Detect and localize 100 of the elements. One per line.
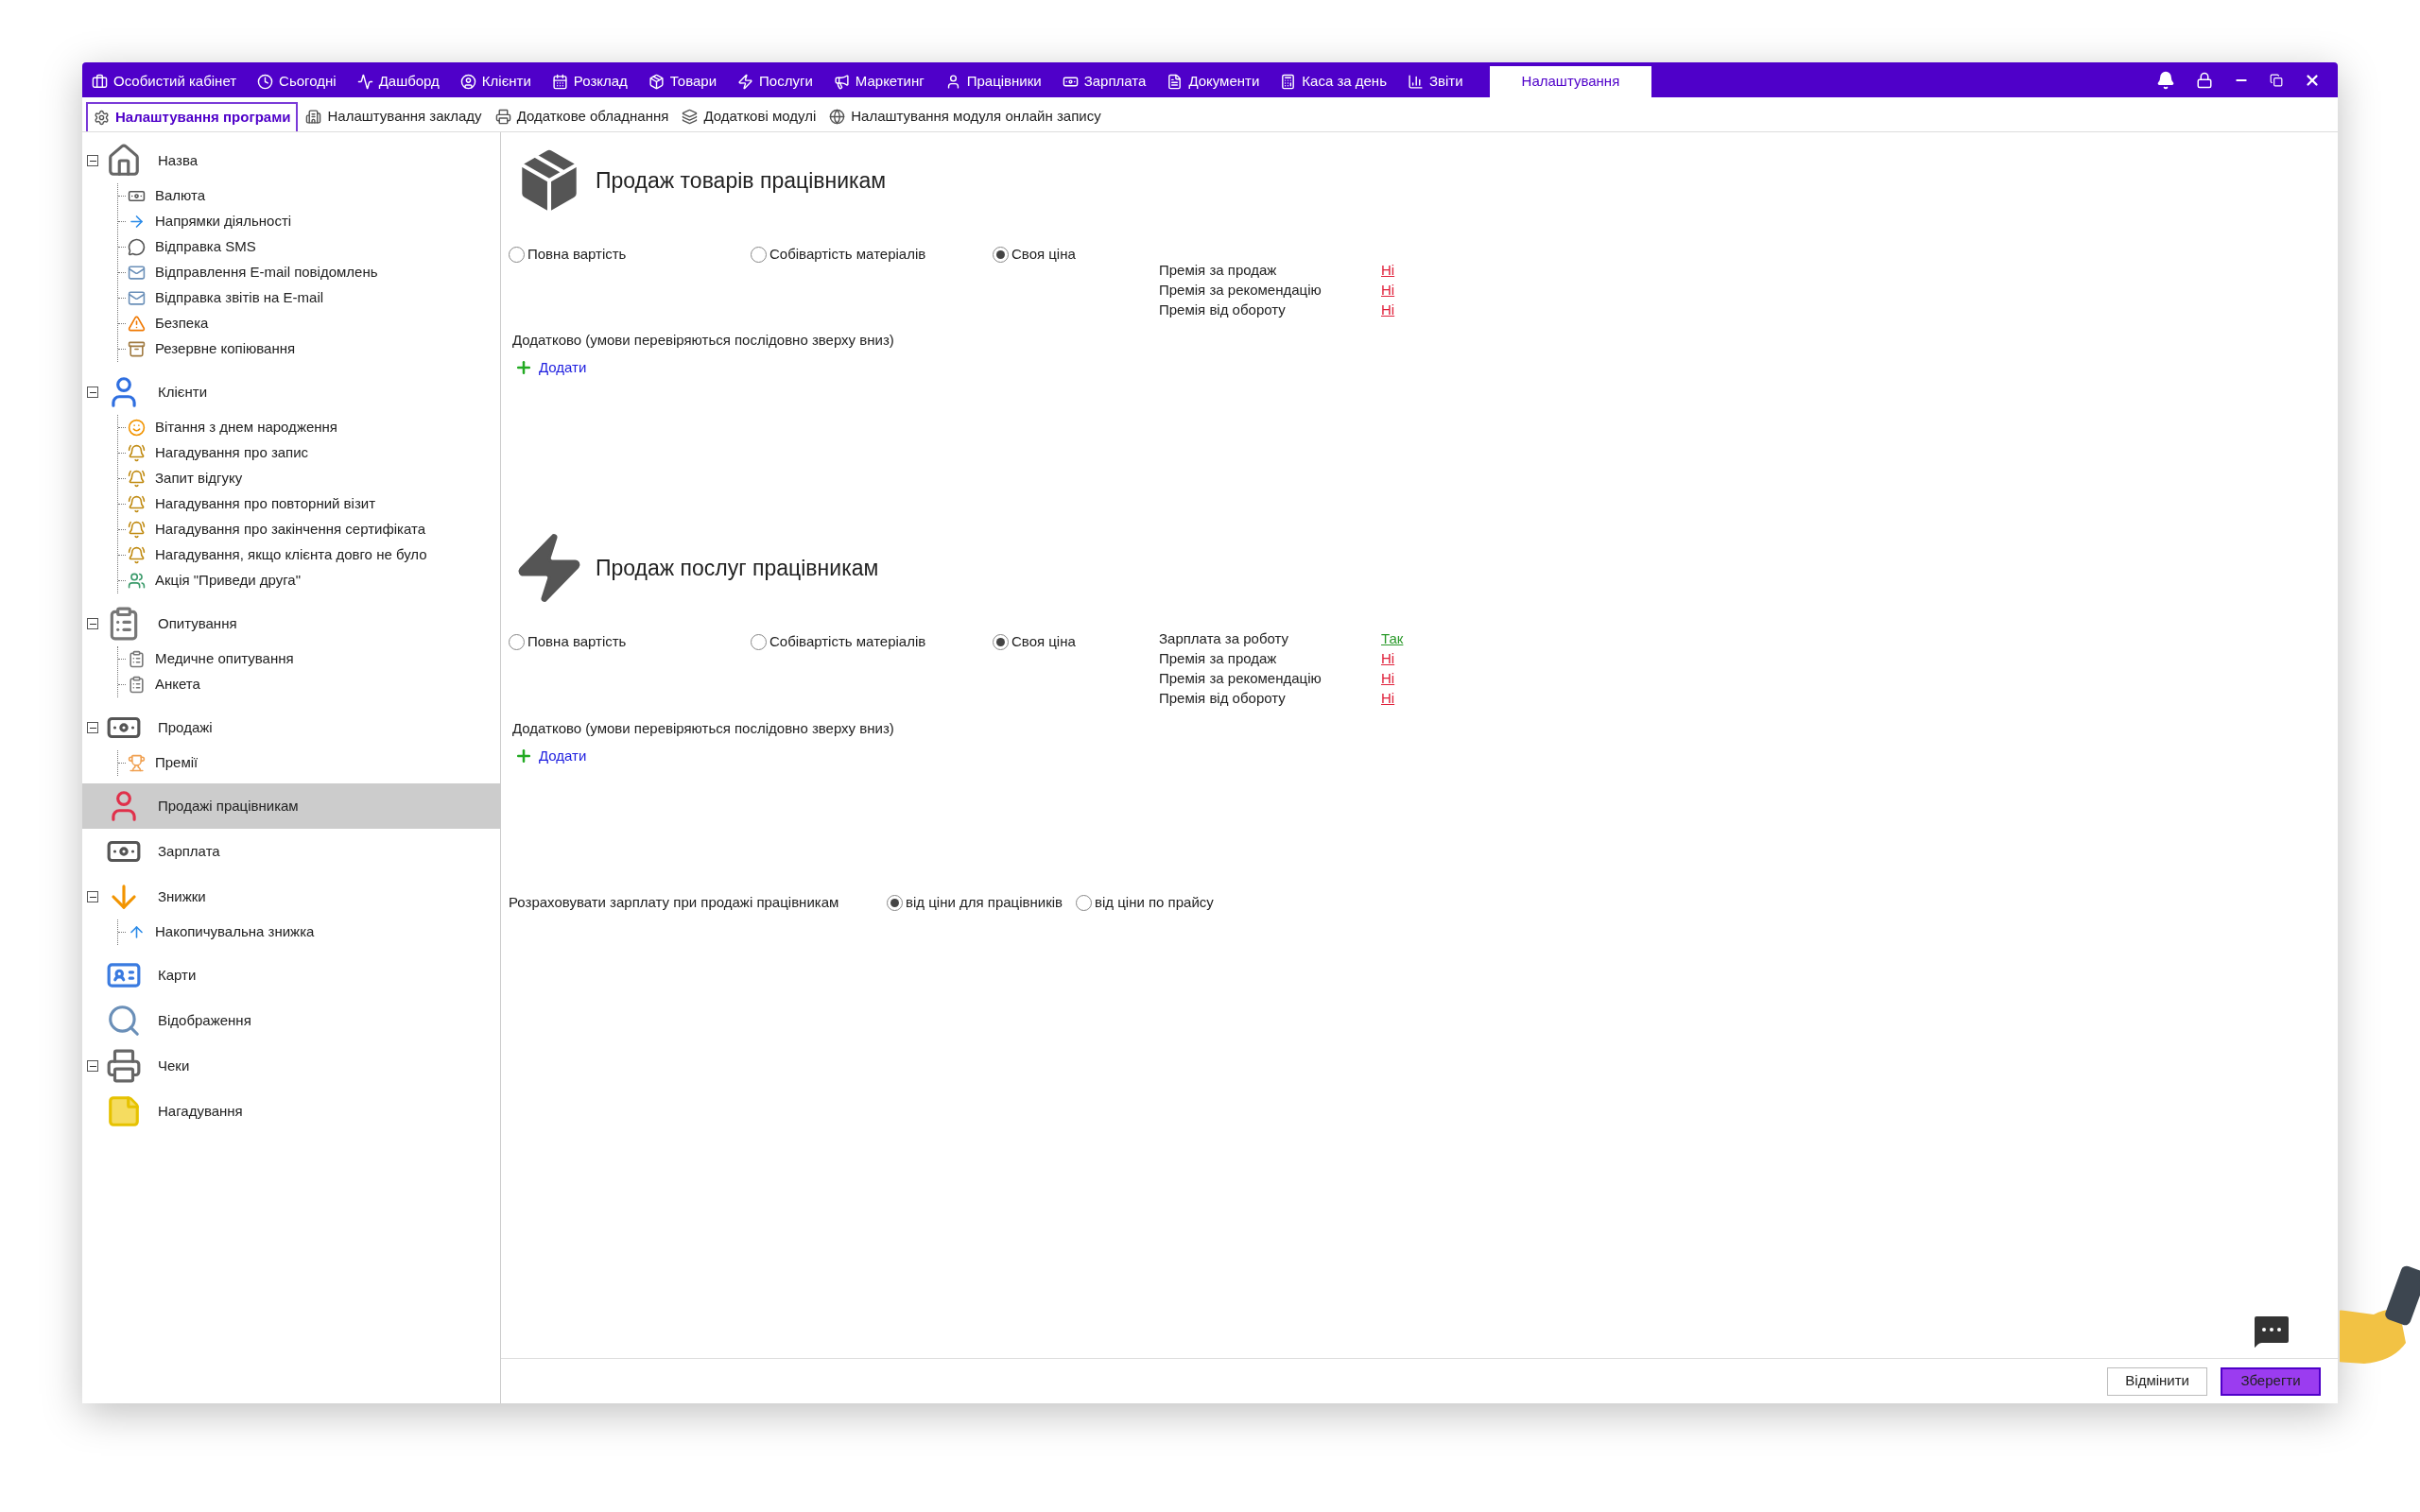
nav-tab[interactable]: Клієнти: [459, 66, 531, 97]
salary-calc-label: Розраховувати зарплату при продажі працівникам: [509, 893, 840, 912]
settings-tab[interactable]: Налаштування модуля онлайн запису: [823, 102, 1107, 131]
tree-item[interactable]: Зарплата: [82, 829, 500, 874]
tree-item[interactable]: Відправка звітів на E-mail: [118, 285, 500, 311]
notifications-icon[interactable]: [2156, 70, 2175, 90]
expander-icon[interactable]: [87, 618, 98, 629]
trophy-icon: [128, 754, 146, 772]
setting-label: Премія за рекомендацію: [1159, 281, 1322, 301]
radio-button[interactable]: [993, 633, 1009, 650]
tree-item[interactable]: Премії: [118, 750, 500, 776]
tree-item[interactable]: Нагадування, якщо клієнта довго не було: [118, 542, 500, 568]
setting-value-link[interactable]: Ні: [1381, 648, 1395, 670]
tree-item[interactable]: Опитування: [82, 601, 500, 646]
radio-label: від ціни по прайсу: [1095, 893, 1214, 912]
tree-item[interactable]: Продажі: [82, 705, 500, 750]
radio-button[interactable]: [509, 246, 525, 263]
settings-tab[interactable]: Додаткове обладнання: [489, 102, 675, 131]
tree-item[interactable]: Медичне опитування: [118, 646, 500, 672]
radio-label: Своя ціна: [1011, 245, 1076, 264]
expander-icon[interactable]: [87, 891, 98, 902]
tree-item[interactable]: Відправлення E-mail повідомлень: [118, 260, 500, 285]
tree-item[interactable]: Відправка SMS: [118, 234, 500, 260]
tree-item[interactable]: Чеки: [82, 1043, 500, 1089]
tree-item[interactable]: Нагадування: [82, 1089, 500, 1134]
nav-tab[interactable]: Дашборд: [356, 66, 440, 97]
nav-tab[interactable]: Маркетинг: [833, 66, 925, 97]
tree-item[interactable]: Накопичувальна знижка: [118, 919, 500, 945]
radio-label: Собівартість матеріалів: [769, 245, 926, 264]
clipboard-icon: [128, 676, 146, 694]
setting-label: Премія за рекомендацію: [1159, 669, 1322, 689]
nav-tab[interactable]: Каса за день: [1280, 66, 1387, 97]
tree-item[interactable]: Вітання з днем народження: [118, 415, 500, 440]
nav-tab[interactable]: Сьогодні: [257, 66, 337, 97]
briefcase-icon: [92, 74, 108, 90]
megaphone-icon: [833, 74, 850, 90]
tree-item[interactable]: Валюта: [118, 183, 500, 209]
setting-value-link[interactable]: Так: [1381, 628, 1404, 650]
printer-icon: [494, 109, 511, 125]
tree-item[interactable]: Продажі працівникам: [82, 783, 500, 829]
expander-icon[interactable]: [87, 387, 98, 398]
add-link[interactable]: Додати: [539, 745, 587, 766]
tree-item[interactable]: Нагадування про запис: [118, 440, 500, 466]
expander-icon[interactable]: [87, 722, 98, 733]
setting-value-link[interactable]: Ні: [1381, 300, 1395, 321]
setting-value-link[interactable]: Ні: [1381, 260, 1395, 282]
radio-button[interactable]: [887, 894, 903, 911]
tree-item[interactable]: Нагадування про закінчення сертифіката: [118, 517, 500, 542]
setting-value-link[interactable]: Ні: [1381, 280, 1395, 301]
tree-item[interactable]: Резервне копіювання: [118, 336, 500, 362]
printer-icon: [106, 1048, 142, 1084]
nav-tab[interactable]: Документи: [1167, 66, 1260, 97]
add-link[interactable]: Додати: [539, 356, 587, 378]
nav-tab[interactable]: Особистий кабінет: [92, 66, 237, 97]
clock-icon: [257, 74, 274, 90]
speech-bubble-icon: [128, 238, 146, 256]
extra-conditions-label: Додатково (умови перевіряються послідовно зверху вниз): [511, 331, 895, 350]
radio-button[interactable]: [509, 633, 525, 650]
settings-tab[interactable]: Налаштування програми: [86, 102, 299, 131]
radio-button[interactable]: [751, 633, 767, 650]
radio-button[interactable]: [751, 246, 767, 263]
settings-tab[interactable]: Додаткові модулі: [676, 102, 822, 131]
setting-label: Премія за продаж: [1159, 649, 1278, 669]
tree-item[interactable]: Клієнти: [82, 369, 500, 415]
tree-item[interactable]: Акція "Приведи друга": [118, 568, 500, 593]
nav-tab[interactable]: Працівники: [944, 66, 1042, 97]
tree-item[interactable]: Знижки: [82, 874, 500, 919]
tree-item[interactable]: Карти: [82, 953, 500, 998]
radio-button[interactable]: [1076, 894, 1092, 911]
bell-icon: [128, 521, 146, 539]
warning-icon: [128, 315, 146, 333]
bar-chart-icon: [1407, 74, 1424, 90]
radio-label: Своя ціна: [1011, 632, 1076, 651]
bell-icon: [128, 546, 146, 564]
tree-item[interactable]: Безпека: [118, 311, 500, 336]
expander-icon[interactable]: [87, 155, 98, 166]
tree-item[interactable]: Назва: [82, 138, 500, 183]
setting-label: Зарплата за роботу: [1159, 629, 1290, 649]
tree-item[interactable]: Анкета: [118, 672, 500, 697]
nav-tab[interactable]: Зарплата: [1062, 66, 1147, 97]
settings-tab[interactable]: Налаштування закладу: [300, 102, 488, 131]
lightning-icon: [737, 74, 754, 90]
document-icon: [1167, 74, 1184, 90]
setting-value-link[interactable]: Ні: [1381, 688, 1395, 710]
expander-icon[interactable]: [87, 1060, 98, 1072]
magnifier-icon: [106, 1003, 142, 1039]
tree-item[interactable]: Відображення: [82, 998, 500, 1043]
setting-value-link[interactable]: Ні: [1381, 668, 1395, 690]
nav-tab[interactable]: Налаштування: [1489, 66, 1652, 97]
cancel-button[interactable]: Відмінити: [2107, 1366, 2207, 1396]
tree-item[interactable]: Нагадування про повторний візит: [118, 491, 500, 517]
nav-tab[interactable]: Послуги: [737, 66, 813, 97]
lock-icon[interactable]: [2196, 71, 2213, 89]
restore-icon[interactable]: [2270, 73, 2283, 87]
radio-button[interactable]: [993, 246, 1009, 263]
nav-tab[interactable]: Звіти: [1407, 66, 1463, 97]
nav-tab[interactable]: Розклад: [551, 66, 628, 97]
tree-item[interactable]: Напрямки діяльності: [118, 209, 500, 234]
nav-tab[interactable]: Товари: [648, 66, 717, 97]
tree-item[interactable]: Запит відгуку: [118, 466, 500, 491]
